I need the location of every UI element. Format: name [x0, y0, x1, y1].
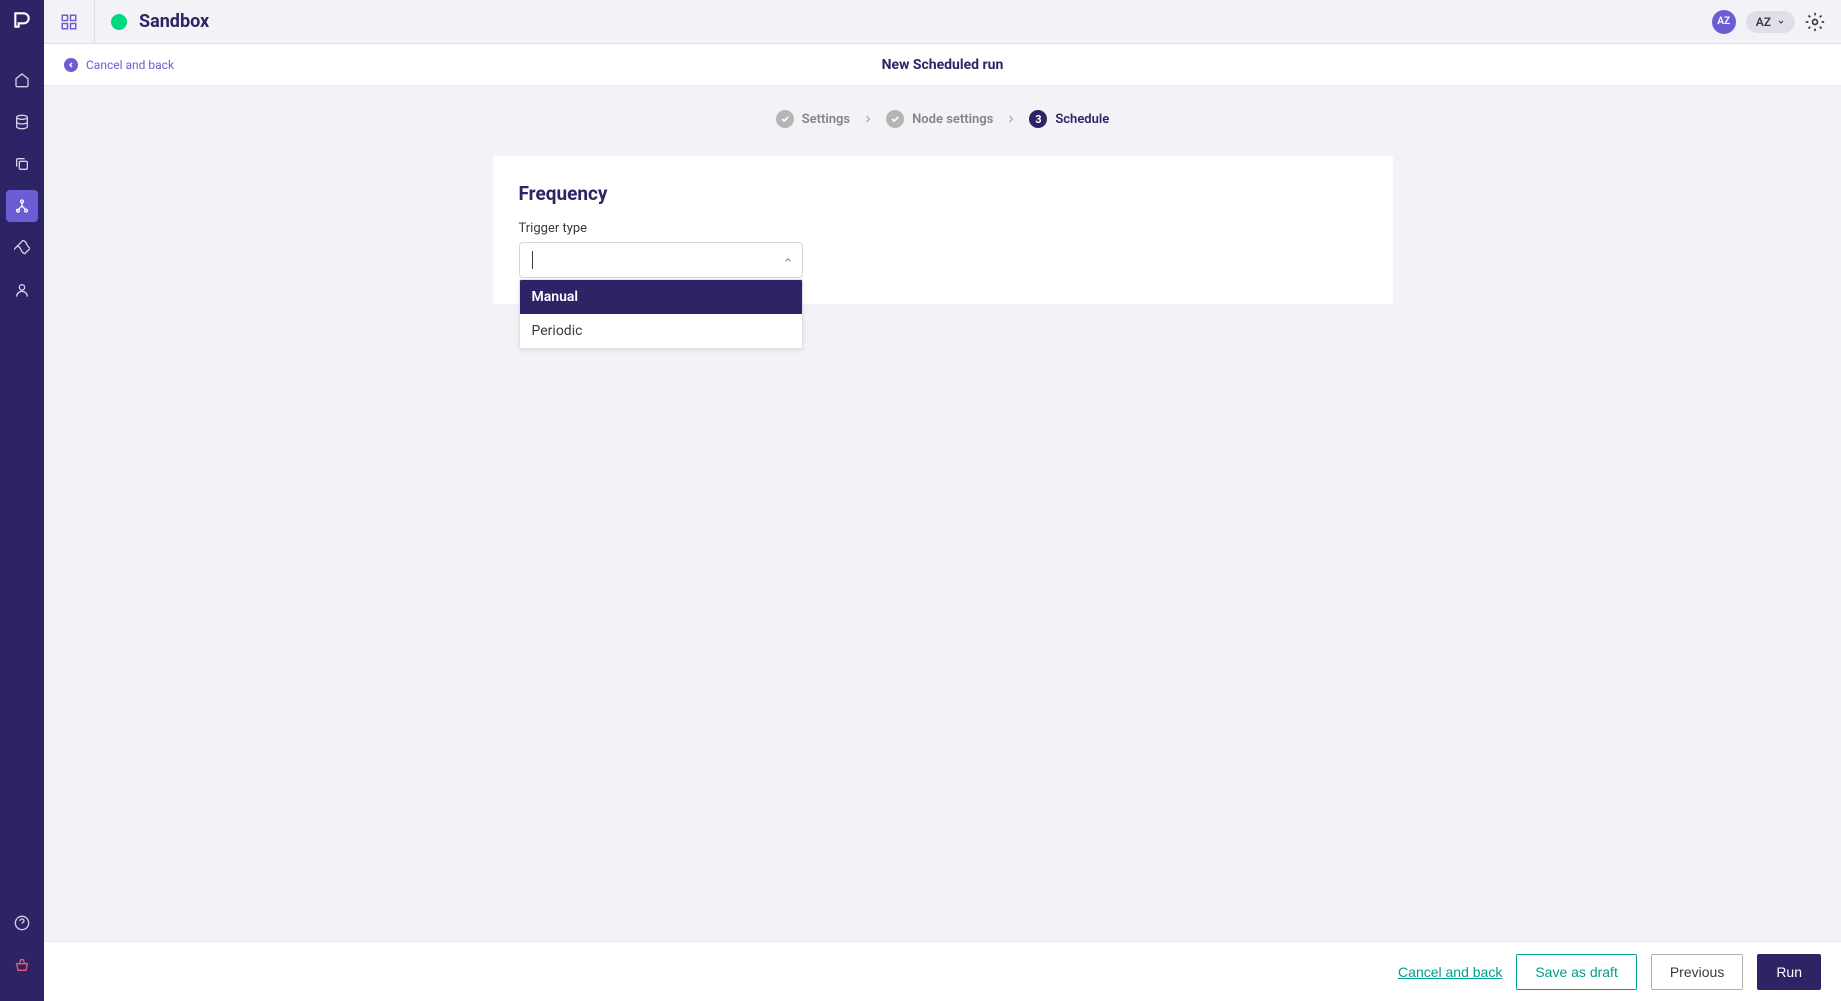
- step-label: Schedule: [1055, 112, 1109, 127]
- run-button[interactable]: Run: [1757, 954, 1821, 990]
- stepper-row: Settings Node settings 3 Schedule: [44, 86, 1841, 156]
- trigger-type-dropdown: Manual Periodic: [519, 279, 803, 349]
- nav-help[interactable]: [6, 907, 38, 939]
- back-arrow-icon: [64, 58, 78, 72]
- avatar-small[interactable]: AZ: [1712, 10, 1736, 34]
- subheader: Cancel and back New Scheduled run: [44, 44, 1841, 86]
- chevron-down-icon: [1777, 18, 1785, 26]
- status-indicator: [111, 14, 127, 30]
- nav-rocket[interactable]: [6, 232, 38, 264]
- card-title: Frequency: [519, 182, 1367, 205]
- dropdown-option-manual[interactable]: Manual: [520, 280, 802, 314]
- cancel-and-back-button[interactable]: Cancel and back: [1398, 964, 1502, 980]
- check-icon: [776, 110, 794, 128]
- top-header: Sandbox AZ AZ: [44, 0, 1841, 44]
- step-label: Settings: [802, 112, 850, 127]
- trigger-type-label: Trigger type: [519, 221, 1367, 236]
- nav-basket[interactable]: [6, 949, 38, 981]
- previous-button[interactable]: Previous: [1651, 954, 1743, 990]
- nav-workflow[interactable]: [6, 190, 38, 222]
- step-label: Node settings: [912, 112, 993, 127]
- text-cursor: [532, 251, 533, 269]
- frequency-card: Frequency Trigger type Manual Periodic: [493, 156, 1393, 304]
- chevron-right-icon: [862, 113, 874, 125]
- cancel-and-back-link[interactable]: Cancel and back: [64, 58, 174, 72]
- check-icon: [886, 110, 904, 128]
- card-wrap: Frequency Trigger type Manual Periodic: [44, 156, 1841, 1001]
- nav-user[interactable]: [6, 274, 38, 306]
- user-chip-label: AZ: [1756, 15, 1771, 29]
- settings-icon[interactable]: [1805, 12, 1825, 32]
- user-chip[interactable]: AZ: [1746, 11, 1795, 33]
- dropdown-option-periodic[interactable]: Periodic: [520, 314, 802, 348]
- step-settings[interactable]: Settings: [776, 110, 850, 128]
- chevron-right-icon: [1005, 113, 1017, 125]
- trigger-type-select[interactable]: [519, 242, 803, 278]
- left-sidebar: [0, 0, 44, 1001]
- footer-bar: Cancel and back Save as draft Previous R…: [44, 941, 1841, 1001]
- step-schedule[interactable]: 3 Schedule: [1029, 110, 1109, 128]
- nav-database[interactable]: [6, 106, 38, 138]
- trigger-type-select-wrap: Manual Periodic: [519, 242, 803, 278]
- workspace-title: Sandbox: [139, 11, 209, 32]
- save-as-draft-button[interactable]: Save as draft: [1516, 954, 1637, 990]
- nav-home[interactable]: [6, 64, 38, 96]
- stepper: Settings Node settings 3 Schedule: [776, 110, 1110, 128]
- nav-copy[interactable]: [6, 148, 38, 180]
- cancel-and-back-label: Cancel and back: [86, 58, 174, 72]
- apps-menu-icon[interactable]: [60, 0, 95, 44]
- step-number-badge: 3: [1029, 110, 1047, 128]
- step-node-settings[interactable]: Node settings: [886, 110, 993, 128]
- app-logo[interactable]: [10, 8, 34, 32]
- main-content: Cancel and back New Scheduled run Settin…: [44, 44, 1841, 1001]
- page-title: New Scheduled run: [882, 57, 1004, 73]
